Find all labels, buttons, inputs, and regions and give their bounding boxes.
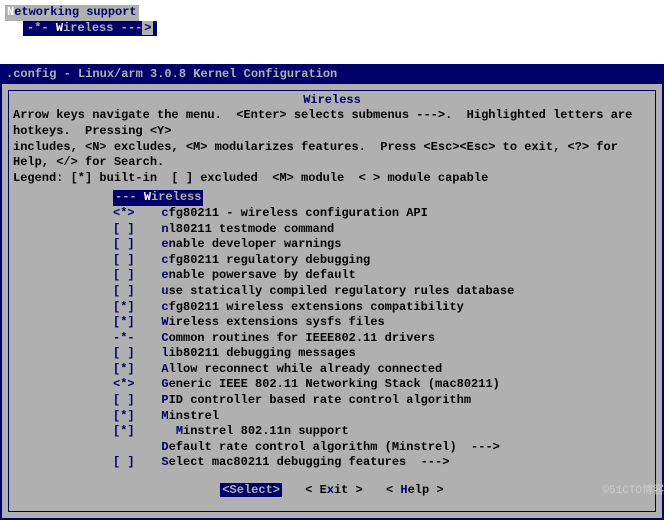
menu-item[interactable]: [ ] lib80211 debugging messages bbox=[113, 346, 591, 362]
menu-item[interactable]: [ ] enable developer warnings bbox=[113, 237, 591, 253]
select-button[interactable]: <Select> bbox=[220, 483, 282, 497]
menu-item[interactable]: <*> Generic IEEE 802.11 Networking Stack… bbox=[113, 377, 591, 393]
help-button[interactable]: < Help > bbox=[386, 483, 444, 497]
menu-item[interactable]: [ ] Select mac80211 debugging features -… bbox=[113, 455, 591, 471]
section-title: Wireless bbox=[13, 93, 651, 109]
config-window: .config - Linux/arm 3.0.8 Kernel Configu… bbox=[0, 64, 664, 519]
breadcrumb-current: -*- Wireless ---> bbox=[23, 21, 157, 37]
menu-item[interactable]: [ ] cfg80211 regulatory debugging bbox=[113, 253, 591, 269]
menu-item[interactable]: [*] Minstrel 802.11n support bbox=[113, 424, 591, 440]
window-title: .config - Linux/arm 3.0.8 Kernel Configu… bbox=[2, 66, 662, 84]
button-bar: <Select> < Exit > < Help > bbox=[13, 479, 651, 503]
menu-item[interactable]: [*] Minstrel bbox=[113, 409, 591, 425]
menu-item[interactable]: [ ] nl80211 testmode command bbox=[113, 222, 591, 238]
exit-button[interactable]: < Exit > bbox=[305, 483, 363, 497]
menu-item[interactable]: -*- Common routines for IEEE802.11 drive… bbox=[113, 331, 591, 347]
help-text: Arrow keys navigate the menu. <Enter> se… bbox=[13, 108, 651, 186]
menu-list[interactable]: --- Wireless <*> cfg80211 - wireless con… bbox=[113, 190, 591, 471]
menu-item[interactable]: [ ] PID controller based rate control al… bbox=[113, 393, 591, 409]
breadcrumb: Networking support -*- Wireless ---> bbox=[0, 0, 668, 36]
breadcrumb-parent: Networking support bbox=[5, 5, 139, 21]
inner-frame: Wireless Arrow keys navigate the menu. <… bbox=[8, 90, 656, 512]
menu-item[interactable]: [ ] enable powersave by default bbox=[113, 268, 591, 284]
menu-heading[interactable]: --- Wireless bbox=[113, 190, 203, 206]
menu-item[interactable]: Default rate control algorithm (Minstrel… bbox=[113, 440, 591, 456]
menu-item[interactable]: [*] Wireless extensions sysfs files bbox=[113, 315, 591, 331]
menu-item[interactable]: [ ] use statically compiled regulatory r… bbox=[113, 284, 591, 300]
watermark: ©51CTO博客 bbox=[602, 484, 664, 498]
menu-item[interactable]: [*] cfg80211 wireless extensions compati… bbox=[113, 300, 591, 316]
menu-item[interactable]: [*] Allow reconnect while already connec… bbox=[113, 362, 591, 378]
menu-item[interactable]: <*> cfg80211 - wireless configuration AP… bbox=[113, 206, 591, 222]
